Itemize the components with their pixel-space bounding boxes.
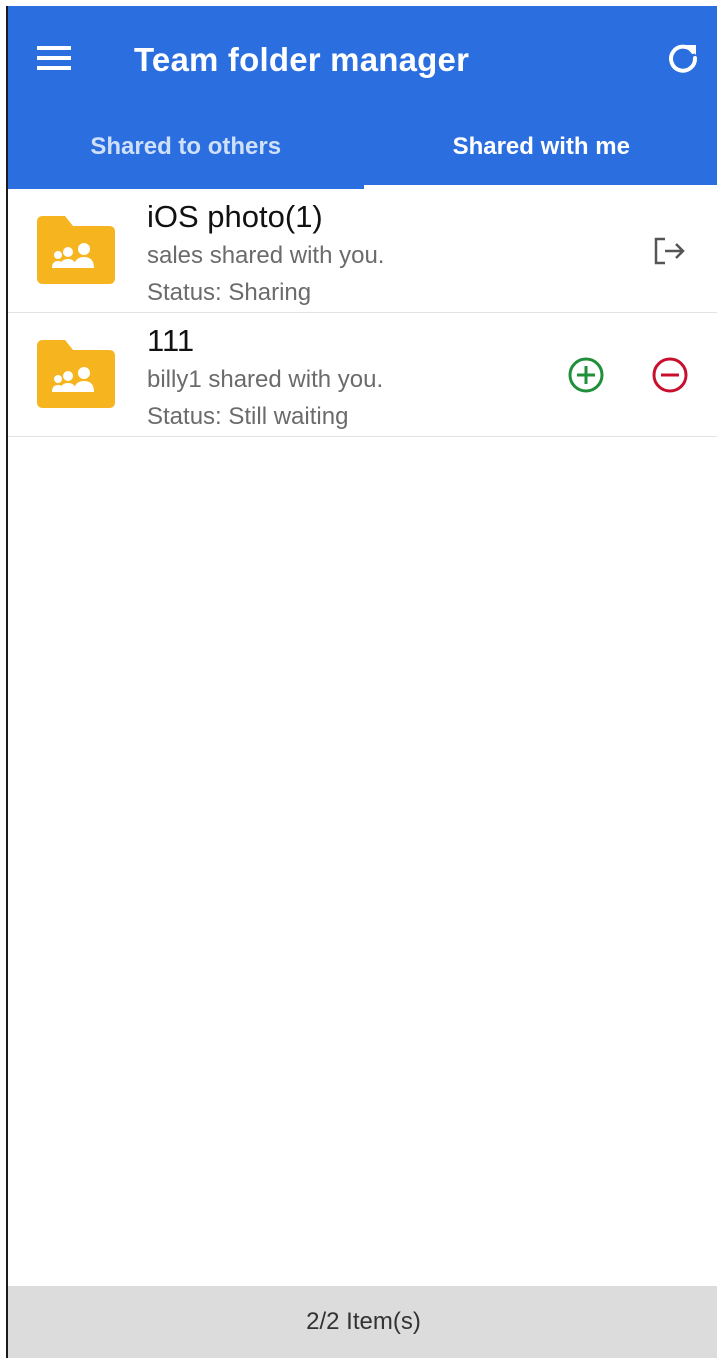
page-title: Team folder manager <box>134 41 470 78</box>
tab-label: Shared with me <box>452 133 630 160</box>
tab-shared-to-others[interactable]: Shared to others <box>8 123 364 189</box>
accept-icon <box>568 357 604 393</box>
team-folder-icon <box>37 216 115 284</box>
hamburger-menu-icon <box>37 46 71 70</box>
folder-name: iOS photo(1) <box>147 199 323 234</box>
app-bar: Team folder manager Shared to others Sha… <box>8 6 717 189</box>
decline-button[interactable] <box>648 353 692 397</box>
tab-label: Shared to others <box>90 133 282 160</box>
app-frame: Team folder manager Shared to others Sha… <box>6 6 717 1358</box>
tab-bar: Shared to others Shared with me <box>8 123 717 189</box>
shared-by-text: billy1 shared with you. <box>147 366 384 393</box>
tab-shared-with-me[interactable]: Shared with me <box>363 123 717 189</box>
list-item[interactable]: iOS photo(1) sales shared with you. Stat… <box>8 189 717 313</box>
menu-button[interactable] <box>32 36 76 80</box>
status-text: Status: Still waiting <box>147 403 349 430</box>
shared-by-text: sales shared with you. <box>147 242 385 269</box>
leave-button[interactable] <box>648 229 692 273</box>
refresh-icon <box>669 44 698 73</box>
team-folder-icon <box>37 340 115 408</box>
accept-button[interactable] <box>564 353 608 397</box>
refresh-button[interactable] <box>661 36 705 80</box>
leave-icon <box>654 237 685 265</box>
item-count: 2/2 Item(s) <box>306 1308 421 1335</box>
decline-icon <box>652 357 688 393</box>
folder-name: 111 <box>147 323 195 358</box>
item-count-bar: 2/2 Item(s) <box>8 1286 717 1358</box>
status-text: Status: Sharing <box>147 279 312 306</box>
list-item[interactable]: 111 billy1 shared with you. Status: Stil… <box>8 313 717 437</box>
shared-folder-list: iOS photo(1) sales shared with you. Stat… <box>8 189 717 437</box>
